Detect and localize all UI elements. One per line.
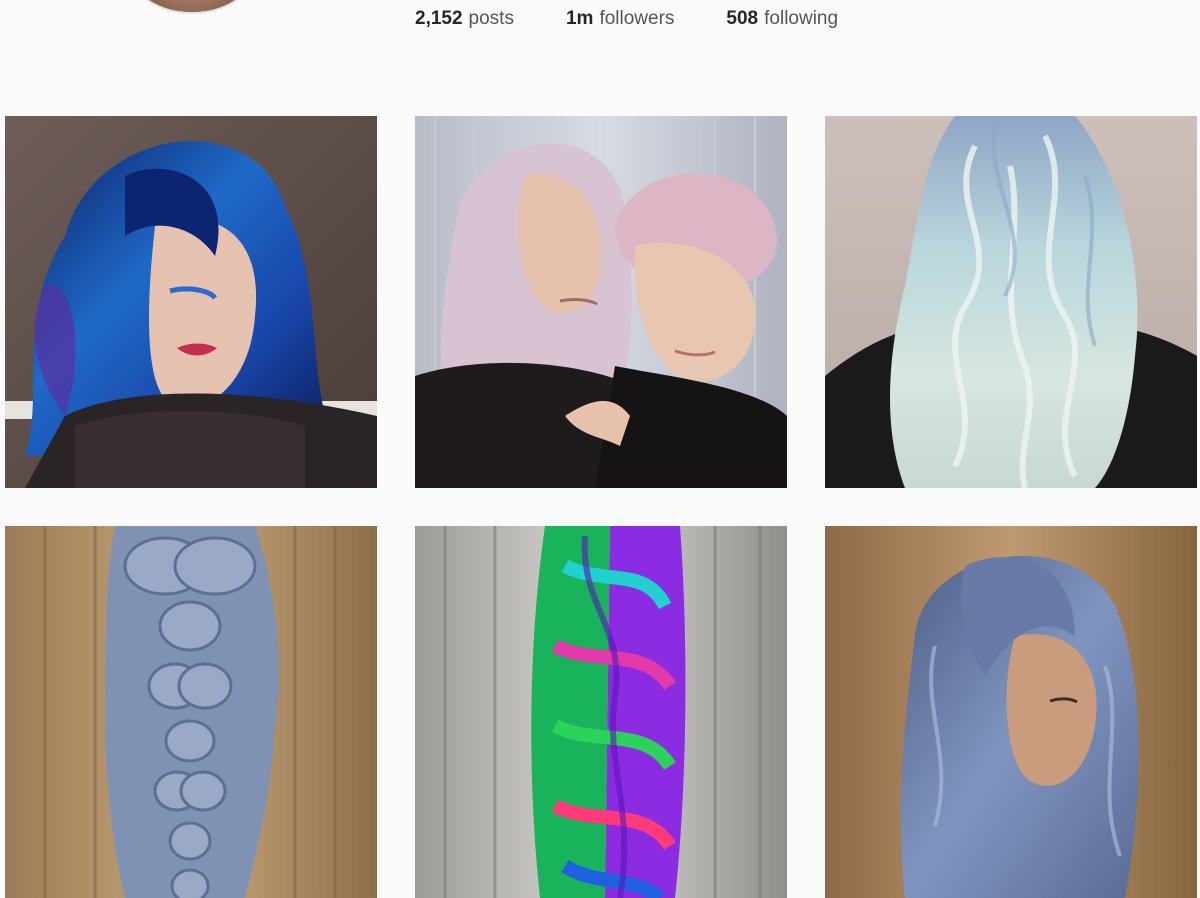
post-thumbnail-pink-duo[interactable] bbox=[415, 116, 787, 488]
posts-stat: 2,152 posts bbox=[415, 8, 514, 30]
followers-count: 1m bbox=[565, 8, 594, 29]
post-thumbnail-slate-waves[interactable] bbox=[825, 526, 1197, 898]
post-grid bbox=[5, 116, 1197, 898]
post-thumbnail-rainbow-braid[interactable] bbox=[415, 526, 787, 898]
profile-stats: 2,152 posts 1m followers 508 following bbox=[415, 8, 838, 30]
post-image-pink-duo bbox=[415, 116, 787, 488]
post-image-lavender-braid bbox=[5, 526, 377, 898]
post-image-rainbow-braid bbox=[415, 526, 787, 898]
following-stat[interactable]: 508 following bbox=[726, 8, 838, 30]
followers-label: followers bbox=[599, 8, 675, 29]
post-thumbnail-icy-waves[interactable] bbox=[825, 116, 1197, 488]
post-image-icy-waves bbox=[825, 116, 1197, 488]
following-count: 508 bbox=[726, 8, 759, 29]
post-thumbnail-blue-hair[interactable] bbox=[5, 116, 377, 488]
profile-avatar[interactable] bbox=[130, 0, 254, 14]
post-thumbnail-lavender-braid[interactable] bbox=[5, 526, 377, 898]
post-image-blue-hair bbox=[5, 116, 377, 488]
posts-count: 2,152 bbox=[415, 8, 463, 29]
post-image-slate-waves bbox=[825, 526, 1197, 898]
followers-stat[interactable]: 1m followers bbox=[566, 8, 674, 30]
posts-label: posts bbox=[468, 8, 514, 29]
following-label: following bbox=[764, 8, 839, 29]
